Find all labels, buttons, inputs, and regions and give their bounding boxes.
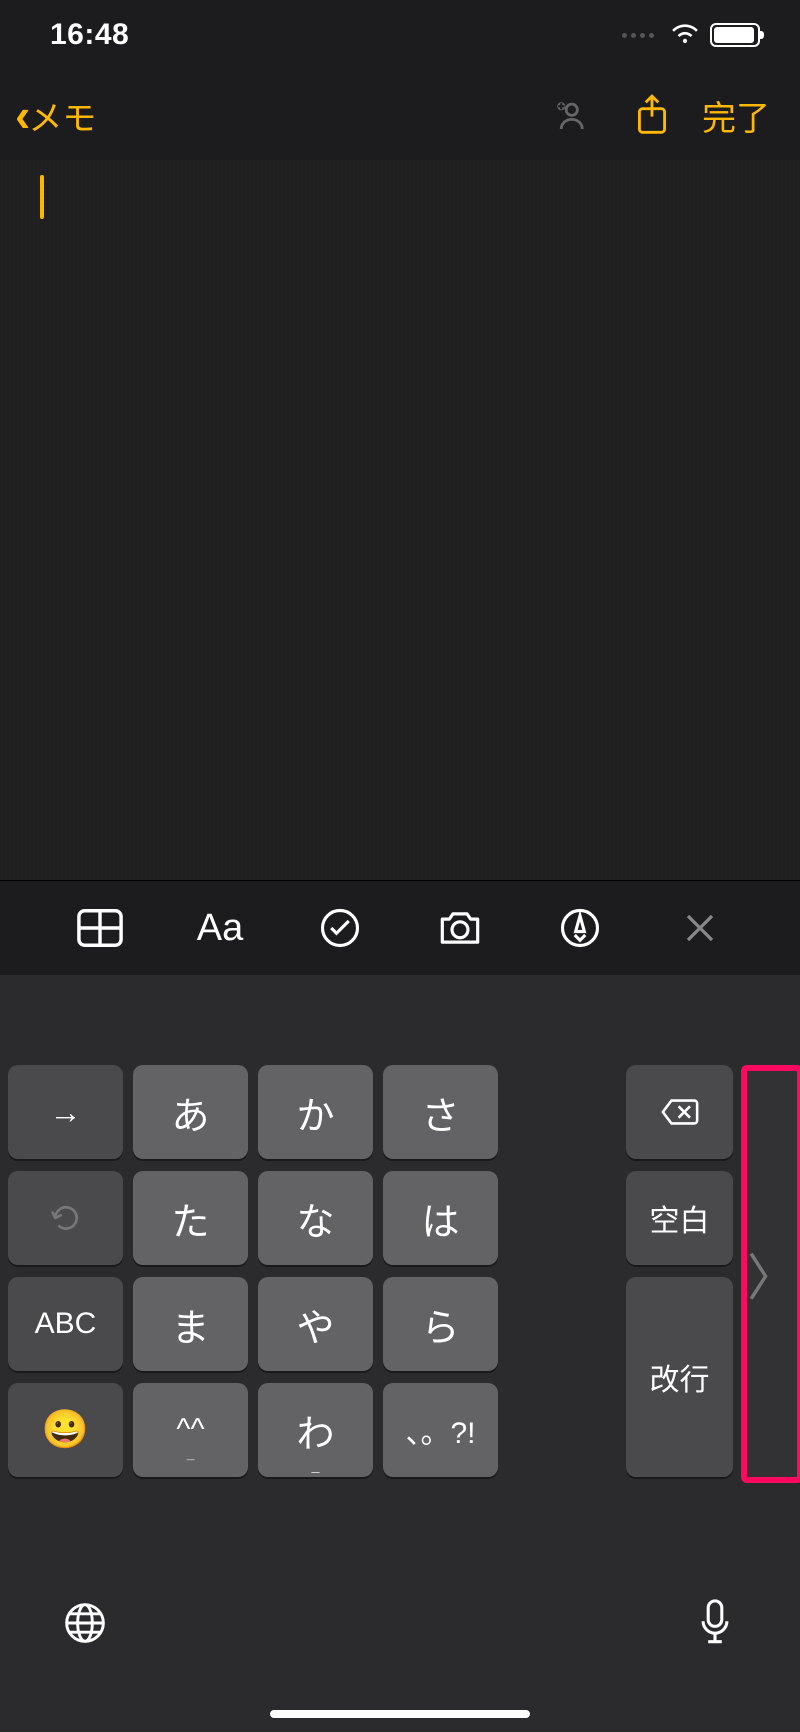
- markup-icon[interactable]: [555, 903, 605, 953]
- kana-grid: → あ か さ た な は ABC ま や ら: [8, 1065, 626, 1489]
- suggestion-bar[interactable]: [0, 975, 800, 1065]
- nav-actions: [548, 93, 674, 137]
- done-button[interactable]: 完了: [702, 91, 770, 140]
- kana-symbols[interactable]: ^^¯: [133, 1383, 248, 1477]
- kana-ka[interactable]: か: [258, 1065, 373, 1159]
- emoji-key[interactable]: 😀: [8, 1383, 123, 1477]
- status-time: 16:48: [50, 18, 129, 52]
- camera-icon[interactable]: [435, 903, 485, 953]
- kana-ta[interactable]: た: [133, 1171, 248, 1265]
- undo-key[interactable]: [8, 1171, 123, 1265]
- close-icon[interactable]: [675, 903, 725, 953]
- table-icon[interactable]: [75, 903, 125, 953]
- note-toolbar: Aa: [0, 880, 800, 975]
- keyboard-expand-handle[interactable]: 〉: [741, 1065, 800, 1483]
- back-label: メモ: [28, 91, 96, 140]
- kana-punct[interactable]: 、。?!: [383, 1383, 498, 1477]
- home-indicator[interactable]: [270, 1710, 530, 1718]
- kana-ha[interactable]: は: [383, 1171, 498, 1265]
- dictation-icon[interactable]: [690, 1598, 740, 1648]
- globe-icon[interactable]: [60, 1598, 110, 1648]
- tab-key[interactable]: →: [8, 1065, 123, 1159]
- status-bar: 16:48: [0, 0, 800, 70]
- back-button[interactable]: ‹ メモ: [15, 91, 96, 140]
- delete-key[interactable]: [626, 1065, 733, 1159]
- checklist-icon[interactable]: [315, 903, 365, 953]
- wifi-icon: [670, 20, 700, 50]
- kana-ma[interactable]: ま: [133, 1277, 248, 1371]
- abc-key[interactable]: ABC: [8, 1277, 123, 1371]
- kana-sa[interactable]: さ: [383, 1065, 498, 1159]
- return-key[interactable]: 改行: [626, 1277, 733, 1477]
- battery-icon: [710, 23, 760, 47]
- kana-a[interactable]: あ: [133, 1065, 248, 1159]
- keyboard: → あ か さ た な は ABC ま や ら: [0, 975, 800, 1732]
- text-format-icon[interactable]: Aa: [195, 903, 245, 953]
- share-icon[interactable]: [630, 93, 674, 137]
- kana-ra[interactable]: ら: [383, 1277, 498, 1371]
- collaborate-icon[interactable]: [548, 93, 592, 137]
- kana-wa[interactable]: わ_: [258, 1383, 373, 1477]
- text-cursor: [40, 175, 44, 219]
- kana-ya[interactable]: や: [258, 1277, 373, 1371]
- chevron-right-icon: 〉: [747, 1238, 797, 1310]
- status-right: [622, 20, 760, 50]
- keyboard-bottom-row: [0, 1489, 800, 1732]
- nav-bar: ‹ メモ 完了: [0, 70, 800, 160]
- kana-na[interactable]: な: [258, 1171, 373, 1265]
- note-editor[interactable]: [0, 160, 800, 880]
- space-key[interactable]: 空白: [626, 1171, 733, 1265]
- signal-dots: [622, 33, 654, 38]
